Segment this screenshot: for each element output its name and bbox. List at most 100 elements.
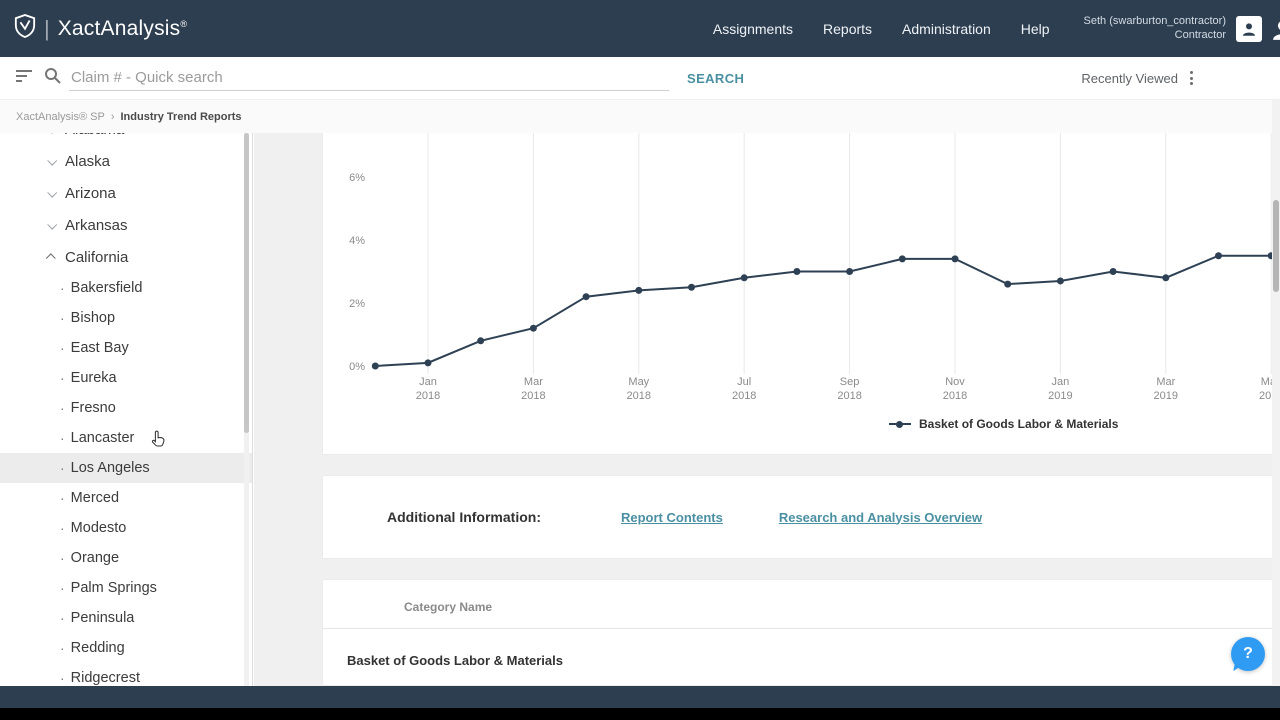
sidebar-city-peninsula[interactable]: Peninsula — [0, 603, 252, 633]
link-report-contents[interactable]: Report Contents — [621, 510, 723, 525]
user-name: Seth (swarburton_contractor) — [1083, 14, 1226, 27]
sidebar-city-fresno[interactable]: Fresno — [0, 393, 252, 423]
chart-legend: Basket of Goods Labor & Materials — [889, 417, 1118, 431]
quick-search-input[interactable] — [69, 65, 669, 91]
secondary-person-icon[interactable] — [1270, 16, 1280, 42]
person-icon — [1243, 22, 1255, 36]
svg-text:2018: 2018 — [521, 390, 545, 402]
logo-divider: | — [44, 15, 50, 41]
sidebar-city-east-bay[interactable]: East Bay — [0, 333, 252, 363]
breadcrumb-separator-icon: › — [110, 110, 115, 123]
city-label: Lancaster — [70, 430, 135, 446]
sidebar-city-eureka[interactable]: Eureka — [0, 363, 252, 393]
svg-text:2019: 2019 — [1154, 390, 1178, 402]
brand-reg: ® — [180, 18, 188, 29]
city-label: Peninsula — [70, 610, 135, 626]
nav-reports[interactable]: Reports — [823, 21, 872, 37]
city-label: Palm Springs — [70, 580, 157, 596]
svg-text:Nov: Nov — [945, 376, 965, 388]
filter-icon[interactable] — [16, 69, 34, 88]
category-table-card: Category Name Basket of Goods Labor & Ma… — [322, 579, 1280, 686]
table-row[interactable]: Basket of Goods Labor & Materials — [323, 629, 1279, 668]
chevron-down-icon[interactable] — [47, 187, 58, 198]
state-label: Arizona — [65, 184, 116, 202]
additional-info-card: Additional Information: Report Contents R… — [322, 475, 1280, 559]
city-label: Orange — [70, 550, 120, 566]
city-label: Ridgecrest — [70, 670, 140, 686]
search-icon — [44, 67, 61, 89]
sidebar-state-alabama[interactable]: Alabama — [0, 133, 252, 145]
legend-label: Basket of Goods Labor & Materials — [919, 417, 1119, 431]
link-research-and-analysis-overview[interactable]: Research and Analysis Overview — [779, 510, 982, 525]
svg-text:6%: 6% — [349, 172, 365, 184]
sidebar-city-palm-springs[interactable]: Palm Springs — [0, 573, 252, 603]
search-button[interactable]: SEARCH — [687, 71, 744, 86]
topbar: | XactAnalysis® Assignments Reports Admini… — [0, 0, 1280, 57]
footer-black-strip — [0, 708, 1280, 720]
additional-info-label: Additional Information: — [387, 509, 541, 525]
svg-text:Jan: Jan — [1052, 376, 1070, 388]
breadcrumb-current: Industry Trend Reports — [120, 110, 242, 123]
breadcrumb-root[interactable]: XactAnalysis® SP — [16, 111, 105, 123]
category-rows: Basket of Goods Labor & Materials — [323, 629, 1279, 668]
sidebar-city-modesto[interactable]: Modesto — [0, 513, 252, 543]
svg-text:May: May — [628, 376, 649, 388]
sidebar-state-arkansas[interactable]: Arkansas — [0, 209, 252, 241]
additional-info-links: Report Contents Research and Analysis Ove… — [621, 510, 982, 525]
state-label: Arkansas — [65, 216, 128, 234]
city-label: Eureka — [70, 370, 117, 386]
city-label: East Bay — [70, 340, 129, 356]
recently-viewed[interactable]: Recently Viewed — [1081, 69, 1195, 87]
svg-text:Sep: Sep — [840, 376, 860, 388]
svg-text:Mar: Mar — [1156, 376, 1175, 388]
sidebar-city-orange[interactable]: Orange — [0, 543, 252, 573]
svg-text:2018: 2018 — [837, 390, 861, 402]
topbar-nav: Assignments Reports Administration Help — [713, 21, 1050, 37]
nav-help[interactable]: Help — [1021, 21, 1050, 37]
chevron-down-icon[interactable] — [47, 219, 58, 230]
nav-administration[interactable]: Administration — [902, 21, 991, 37]
city-label: Fresno — [70, 400, 116, 416]
sidebar-city-ridgecrest[interactable]: Ridgecrest — [0, 663, 252, 686]
footer-bar — [0, 686, 1280, 708]
city-label: Bakersfield — [70, 280, 143, 296]
sidebar-scrollbar[interactable] — [244, 133, 249, 686]
category-name-header: Category Name — [404, 600, 493, 614]
sidebar-state-california[interactable]: California — [0, 241, 252, 273]
page-scrollbar-thumb[interactable] — [1273, 200, 1279, 292]
svg-text:2019: 2019 — [1048, 390, 1072, 402]
page: | XactAnalysis® Assignments Reports Admini… — [0, 0, 1280, 720]
chevron-up-icon[interactable] — [45, 252, 56, 263]
help-chat-button[interactable]: ? — [1231, 637, 1265, 671]
user-role: Contractor — [1174, 28, 1226, 41]
sidebar-city-merced[interactable]: Merced — [0, 483, 252, 513]
chevron-down-icon[interactable] — [47, 155, 58, 166]
svg-text:0%: 0% — [349, 361, 365, 373]
sidebar-scrollbar-thumb[interactable] — [244, 133, 249, 433]
sidebar-city-los-angeles[interactable]: Los Angeles — [0, 453, 252, 483]
xactanalysis-logo-icon — [14, 13, 36, 44]
svg-text:Jul: Jul — [737, 376, 751, 388]
brand-title: XactAnalysis® — [57, 16, 188, 40]
svg-text:Jan: Jan — [419, 376, 437, 388]
city-label: Merced — [70, 490, 120, 506]
sidebar-city-bishop[interactable]: Bishop — [0, 303, 252, 333]
state-label: California — [65, 248, 129, 266]
sidebar-city-bakersfield[interactable]: Bakersfield — [0, 273, 252, 303]
city-label: Redding — [70, 640, 125, 656]
sidebar-city-redding[interactable]: Redding — [0, 633, 252, 663]
trend-chart-card: Jan 2018 Mar 2018 May 2018 Jul 2018 Sep 2018 Nov 20… — [322, 133, 1280, 455]
sidebar-state-arizona[interactable]: Arizona — [0, 177, 252, 209]
sidebar-city-lancaster[interactable]: Lancaster — [0, 423, 252, 453]
page-scrollbar[interactable] — [1272, 100, 1280, 686]
svg-text:4%: 4% — [349, 235, 365, 247]
breadcrumb: XactAnalysis® SP › Industry Trend Report… — [0, 100, 1280, 133]
avatar[interactable] — [1236, 15, 1262, 42]
logo[interactable]: | XactAnalysis® — [14, 13, 187, 44]
city-label: Modesto — [70, 520, 127, 536]
trend-chart-svg: Jan 2018 Mar 2018 May 2018 Jul 2018 Sep 2018 Nov 20… — [349, 133, 1280, 402]
user-block[interactable]: Seth (swarburton_contractor) Contractor — [1084, 15, 1226, 43]
recently-viewed-menu-icon[interactable] — [1188, 69, 1195, 87]
sidebar-state-alaska[interactable]: Alaska — [0, 145, 252, 177]
nav-assignments[interactable]: Assignments — [713, 21, 793, 37]
